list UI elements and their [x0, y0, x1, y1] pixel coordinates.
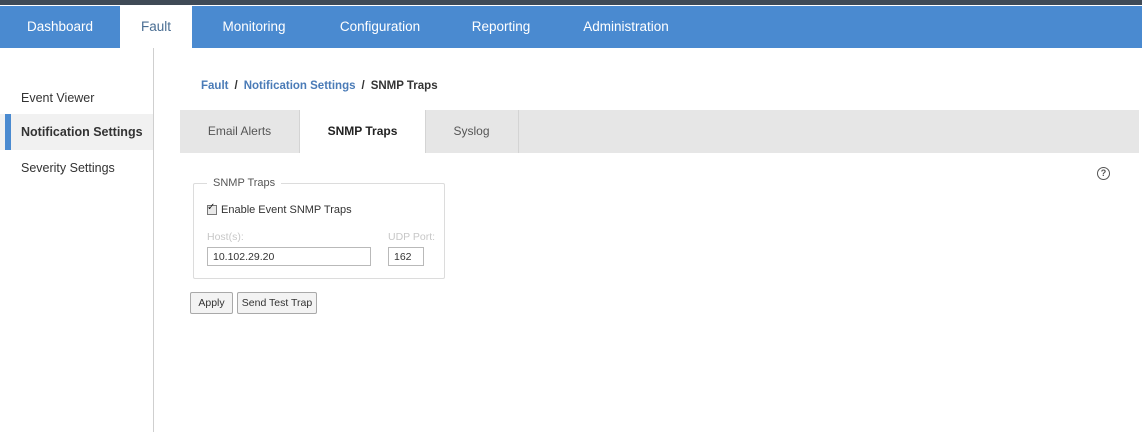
tab-snmp-traps[interactable]: SNMP Traps — [299, 110, 426, 153]
breadcrumb-notification-settings-link[interactable]: Notification Settings — [244, 80, 356, 92]
nav-reporting[interactable]: Reporting — [455, 6, 547, 48]
nav-dashboard[interactable]: Dashboard — [0, 6, 120, 48]
nav-administration[interactable]: Administration — [566, 6, 686, 48]
breadcrumb-separator: / — [234, 80, 238, 92]
top-dark-bar — [0, 0, 1142, 5]
nav-fault[interactable]: Fault — [120, 6, 192, 48]
apply-button[interactable]: Apply — [190, 292, 233, 314]
nav-monitoring[interactable]: Monitoring — [204, 6, 304, 48]
hosts-label: Host(s): — [207, 231, 244, 243]
udp-port-input[interactable]: 162 — [388, 247, 424, 266]
sidebar: Event Viewer Notification Settings Sever… — [0, 48, 154, 432]
enable-snmp-traps-label: Enable Event SNMP Traps — [221, 204, 352, 216]
breadcrumb: Fault / Notification Settings / SNMP Traps — [201, 80, 438, 92]
hosts-input[interactable]: 10.102.29.20 — [207, 247, 371, 266]
sidebar-item-notification-settings[interactable]: Notification Settings — [0, 114, 153, 150]
help-icon[interactable]: ? — [1097, 167, 1110, 180]
sidebar-item-label: Severity Settings — [21, 161, 115, 175]
sidebar-item-event-viewer[interactable]: Event Viewer — [0, 80, 153, 116]
send-test-trap-button[interactable]: Send Test Trap — [237, 292, 317, 314]
tab-email-alerts[interactable]: Email Alerts — [180, 110, 300, 153]
enable-snmp-row: Enable Event SNMP Traps — [207, 202, 352, 216]
breadcrumb-separator: / — [361, 80, 365, 92]
sidebar-item-label: Notification Settings — [21, 125, 143, 139]
sidebar-item-severity-settings[interactable]: Severity Settings — [0, 150, 153, 186]
enable-snmp-traps-checkbox[interactable] — [207, 202, 217, 216]
udp-port-label: UDP Port: — [388, 231, 436, 243]
breadcrumb-fault-link[interactable]: Fault — [201, 80, 228, 92]
tab-syslog[interactable]: Syslog — [425, 110, 519, 153]
top-navigation: Dashboard Fault Monitoring Configuration… — [0, 6, 1142, 48]
tab-bar: Email Alerts SNMP Traps Syslog — [180, 110, 1139, 153]
sidebar-item-label: Event Viewer — [21, 91, 95, 105]
fieldset-legend: SNMP Traps — [207, 177, 282, 189]
breadcrumb-current: SNMP Traps — [370, 80, 438, 92]
nav-configuration[interactable]: Configuration — [320, 6, 440, 48]
